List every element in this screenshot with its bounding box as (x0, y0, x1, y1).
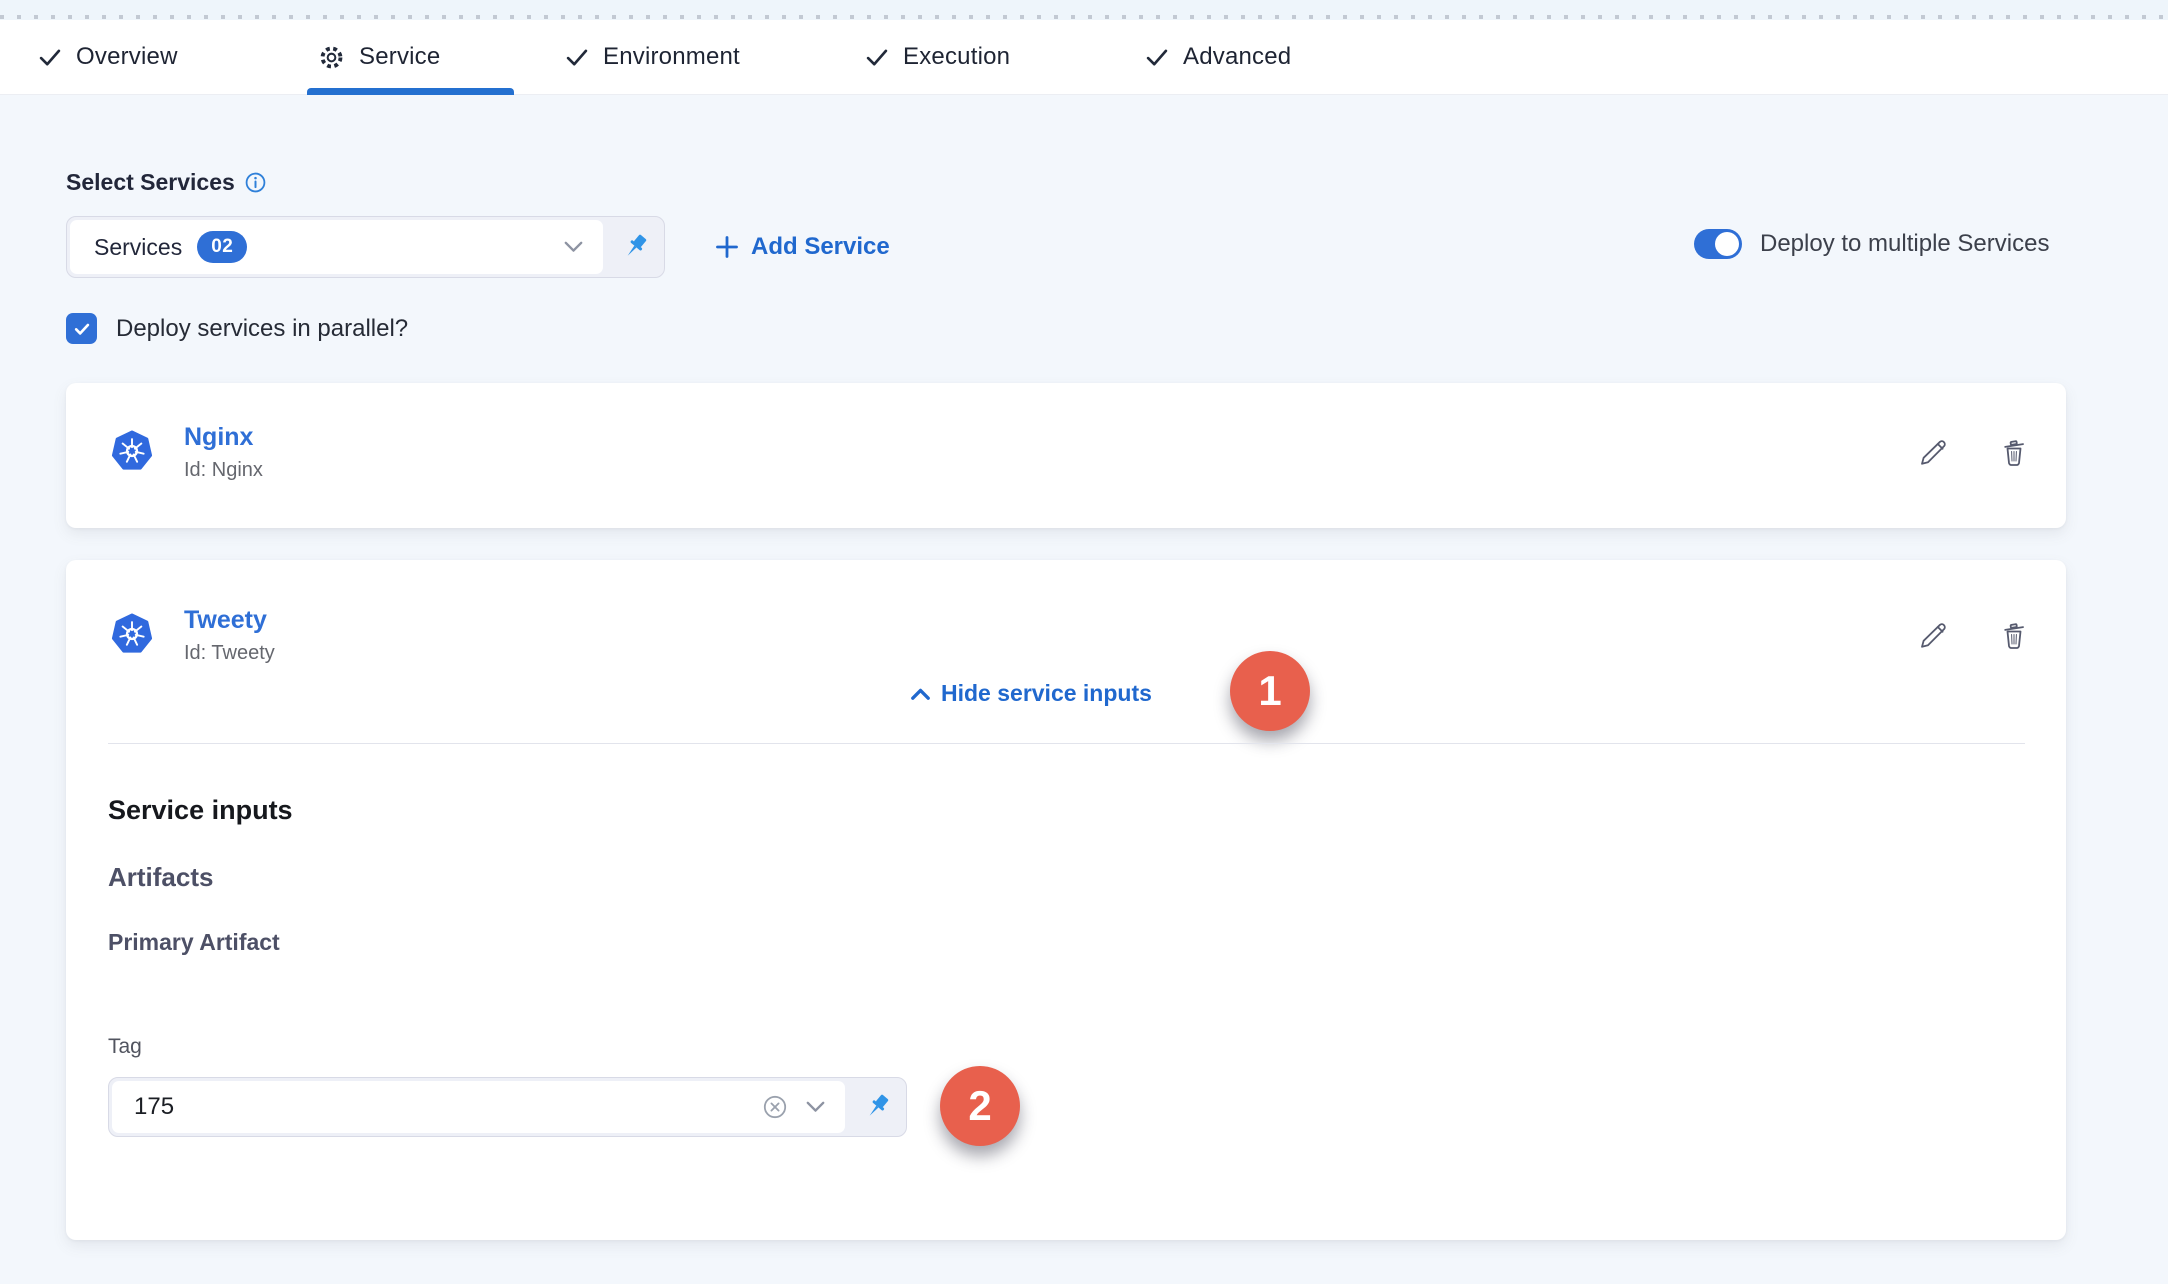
check-icon (1145, 47, 1169, 67)
kubernetes-icon (111, 430, 153, 472)
tab-label: Advanced (1183, 43, 1291, 71)
kubernetes-icon (111, 613, 153, 655)
service-id-label: Id: Nginx (184, 459, 263, 482)
tab-label: Overview (76, 43, 178, 71)
tab-label: Execution (903, 43, 1010, 71)
chevron-down-icon (564, 241, 583, 253)
service-card-tweety: Tweety Id: Tweety Hide service inputs 1 (66, 560, 2066, 1240)
info-icon[interactable] (245, 172, 266, 193)
tag-field (112, 1081, 845, 1133)
tab-environment[interactable]: Environment (565, 20, 740, 94)
window-top-strip (0, 0, 2168, 20)
select-services-label: Select Services (66, 169, 266, 196)
parallel-checkbox[interactable] (66, 313, 97, 344)
check-icon (565, 47, 589, 67)
gear-icon (318, 44, 345, 71)
tab-service[interactable]: Service (318, 20, 440, 94)
edit-service-icon[interactable] (1918, 437, 1950, 469)
services-pin-button[interactable] (606, 217, 664, 277)
tag-input[interactable] (112, 1093, 760, 1121)
chevron-up-icon (911, 688, 930, 700)
tag-pin-button[interactable] (848, 1078, 906, 1136)
annotation-badge-2: 2 (940, 1066, 1020, 1146)
tag-label: Tag (108, 1035, 142, 1059)
service-name-link[interactable]: Nginx (184, 423, 253, 452)
deploy-multiple-toggle-row: Deploy to multiple Services (1694, 229, 2049, 259)
tab-label: Environment (603, 43, 740, 71)
stage-tab-bar: Overview Service Environment Execution A… (0, 20, 2168, 95)
add-service-button[interactable]: Add Service (715, 216, 890, 278)
services-dropdown-field[interactable]: Services 02 (70, 220, 603, 274)
delete-service-icon[interactable] (1998, 620, 2030, 652)
add-service-label: Add Service (751, 233, 890, 261)
plus-icon (715, 235, 739, 259)
deploy-multiple-label: Deploy to multiple Services (1760, 230, 2049, 258)
dotted-divider (0, 15, 2168, 19)
chevron-down-icon[interactable] (806, 1101, 825, 1113)
annotation-badge-1: 1 (1230, 651, 1310, 731)
check-icon (38, 47, 62, 67)
tag-input-group (108, 1077, 907, 1137)
clear-icon[interactable] (760, 1092, 790, 1122)
services-dropdown[interactable]: Services 02 (66, 216, 665, 278)
parallel-checkbox-row: Deploy services in parallel? (66, 313, 408, 344)
services-dropdown-value: Services (70, 234, 182, 261)
annotation-number: 2 (968, 1082, 991, 1130)
tab-label: Service (359, 43, 440, 71)
service-inputs-heading: Service inputs (108, 795, 293, 826)
hide-service-inputs-link[interactable]: Hide service inputs (911, 680, 1152, 707)
primary-artifact-heading: Primary Artifact (108, 929, 280, 956)
services-count-badge: 02 (197, 231, 247, 263)
service-card-nginx: Nginx Id: Nginx (66, 383, 2066, 528)
tab-overview[interactable]: Overview (38, 20, 178, 94)
service-id-label: Id: Tweety (184, 642, 275, 665)
active-tab-underline (307, 88, 514, 95)
select-services-text: Select Services (66, 169, 235, 196)
tab-execution[interactable]: Execution (865, 20, 1010, 94)
artifacts-heading: Artifacts (108, 862, 213, 893)
delete-service-icon[interactable] (1998, 437, 2030, 469)
deploy-multiple-toggle[interactable] (1694, 229, 1742, 259)
edit-service-icon[interactable] (1918, 620, 1950, 652)
toggle-knob (1715, 232, 1739, 256)
hide-service-inputs-label: Hide service inputs (941, 680, 1152, 707)
service-tab-panel: Select Services Services 02 (0, 95, 2168, 1284)
service-name-link[interactable]: Tweety (184, 606, 267, 635)
check-icon (865, 47, 889, 67)
parallel-checkbox-label: Deploy services in parallel? (116, 315, 408, 343)
annotation-number: 1 (1258, 667, 1281, 715)
tab-advanced[interactable]: Advanced (1145, 20, 1291, 94)
card-divider (108, 743, 2025, 744)
